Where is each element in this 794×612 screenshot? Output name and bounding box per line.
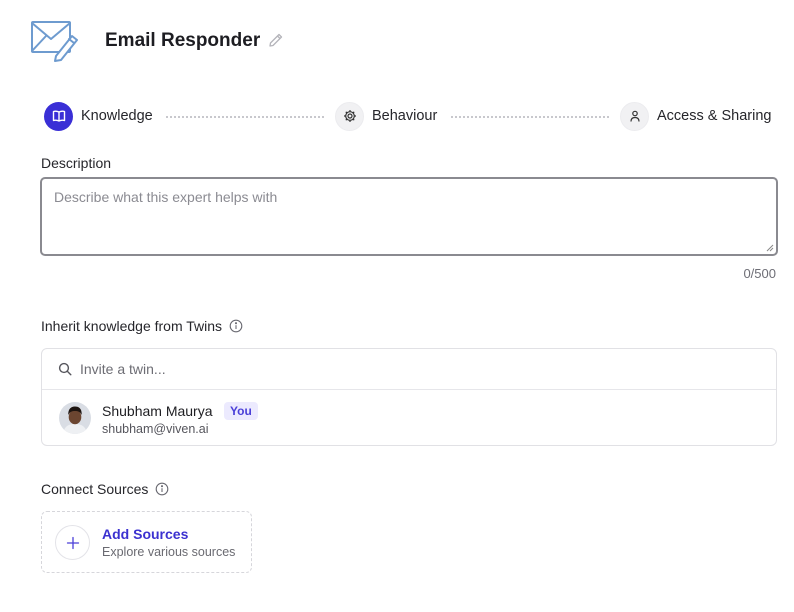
twin-email: shubham@viven.ai	[102, 422, 209, 436]
twin-search-input[interactable]	[80, 361, 680, 377]
step-label: Access & Sharing	[657, 108, 772, 124]
step-knowledge[interactable]: Knowledge	[44, 101, 153, 131]
twin-picker: Shubham Maurya You shubham@viven.ai	[41, 348, 777, 446]
step-label: Behaviour	[372, 108, 438, 124]
you-badge: You	[224, 402, 258, 420]
pencil-icon[interactable]	[267, 31, 285, 49]
list-item[interactable]: Shubham Maurya You shubham@viven.ai	[42, 390, 776, 446]
add-sources-subtitle: Explore various sources	[102, 545, 236, 559]
sources-label-text: Connect Sources	[41, 481, 149, 497]
add-circle	[55, 525, 90, 560]
twin-search-bar	[42, 349, 776, 390]
description-label: Description	[41, 155, 112, 171]
add-sources-title: Add Sources	[102, 526, 189, 542]
twin-name: Shubham Maurya	[102, 403, 213, 419]
user-icon	[629, 110, 640, 122]
header: Email Responder	[30, 18, 283, 62]
stepper: Knowledge Behaviour Access & Sharing	[44, 101, 774, 131]
step-behaviour[interactable]: Behaviour	[335, 101, 437, 131]
step-label: Knowledge	[81, 108, 153, 124]
info-icon[interactable]	[155, 482, 169, 496]
gear-icon	[343, 110, 356, 122]
step-connector	[451, 116, 609, 118]
plus-icon	[66, 536, 79, 549]
inherit-label: Inherit knowledge from Twins	[41, 318, 243, 334]
description-field[interactable]	[42, 179, 776, 254]
inherit-label-text: Inherit knowledge from Twins	[41, 318, 223, 334]
step-connector	[166, 116, 324, 118]
resize-handle-icon[interactable]	[766, 244, 774, 252]
sources-label: Connect Sources	[41, 481, 169, 497]
char-counter: 0/500	[743, 266, 776, 281]
envelope-pencil-icon	[31, 21, 78, 62]
page-title: Email Responder	[105, 30, 261, 51]
book-icon	[52, 110, 65, 122]
description-field-container	[40, 177, 778, 256]
step-access-sharing[interactable]: Access & Sharing	[620, 101, 771, 131]
avatar	[59, 402, 91, 434]
add-sources-button[interactable]: Add Sources Explore various sources	[41, 511, 252, 573]
search-icon	[58, 362, 72, 376]
info-icon[interactable]	[229, 319, 243, 333]
